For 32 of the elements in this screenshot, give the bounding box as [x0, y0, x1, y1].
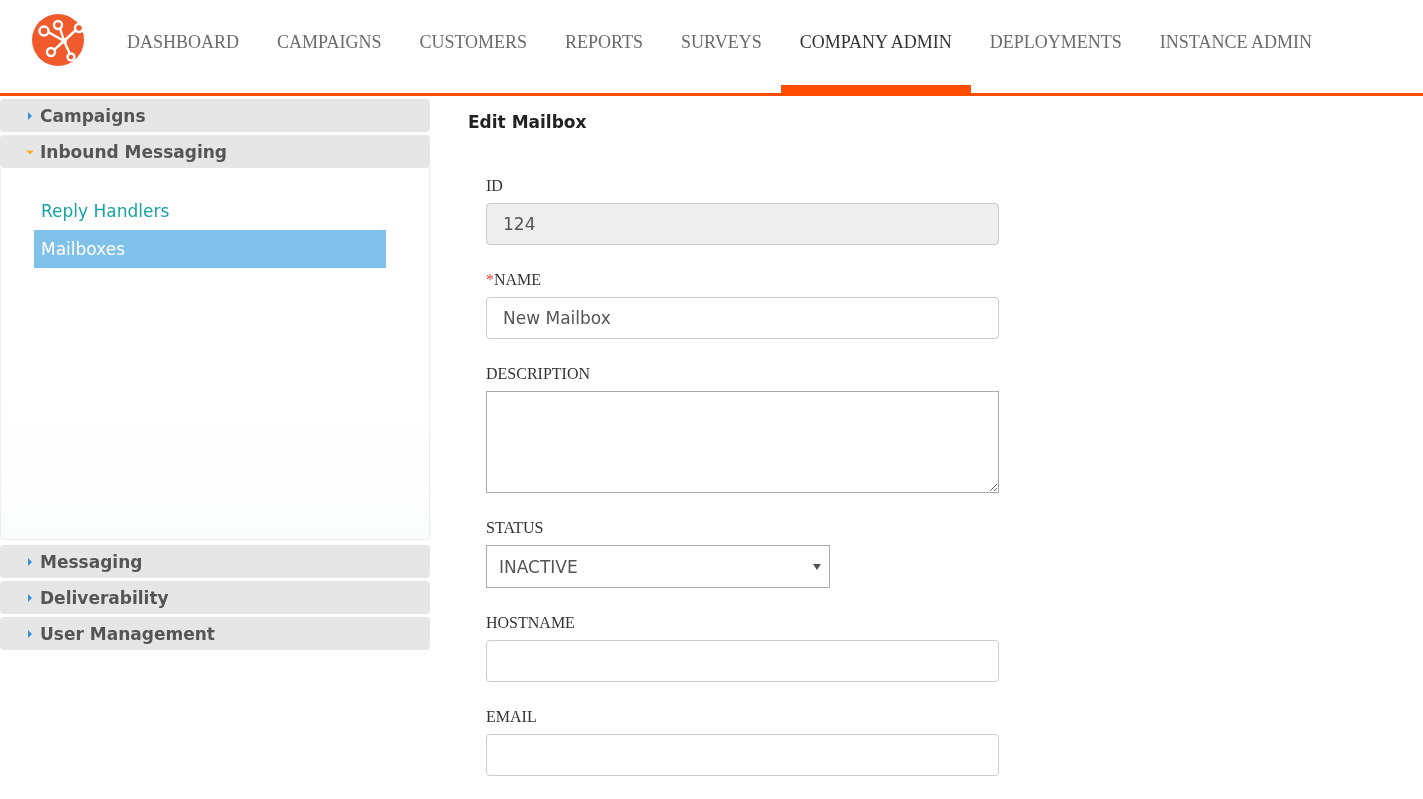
nav-tab[interactable]: SURVEYS: [662, 0, 781, 93]
sidebar-section-header[interactable]: Messaging: [0, 545, 430, 578]
nav-tab[interactable]: COMPANY ADMIN: [780, 0, 971, 93]
caret-right-icon: [26, 557, 34, 566]
field-label: *NAME: [486, 270, 542, 290]
status-dropdown[interactable]: INACTIVE: [486, 545, 830, 588]
caret-right-icon: [26, 111, 34, 120]
sidebar-section-header[interactable]: Deliverability: [0, 581, 430, 614]
sidebar-section-header[interactable]: Campaigns: [0, 99, 430, 132]
text-area[interactable]: [486, 391, 999, 493]
logo-icon[interactable]: [32, 14, 84, 66]
nav-tab[interactable]: REPORTS: [546, 0, 663, 93]
input-field[interactable]: New Mailbox: [486, 297, 999, 339]
caret-right-icon: [26, 593, 34, 602]
caret-down-icon: [813, 563, 821, 570]
nav-tab[interactable]: CAMPAIGNS: [258, 0, 401, 93]
input-field[interactable]: [486, 640, 999, 682]
sidebar-section-header[interactable]: User Management: [0, 617, 430, 650]
input-field[interactable]: [486, 734, 999, 776]
field-label: STATUS: [486, 518, 544, 538]
nav-tab[interactable]: INSTANCE ADMIN: [1140, 0, 1331, 93]
caret-right-icon: [26, 629, 34, 638]
sidebar-section-header[interactable]: Inbound Messaging: [0, 135, 430, 168]
sidebar-item[interactable]: Reply Handlers: [34, 192, 386, 230]
page-title: Edit Mailbox: [468, 111, 588, 134]
nav-tab[interactable]: CUSTOMERS: [400, 0, 547, 93]
field-label: EMAIL: [486, 707, 537, 727]
nav-tab[interactable]: DEPLOYMENTS: [970, 0, 1141, 93]
field-label: DESCRIPTION: [486, 364, 590, 384]
field-label: ID: [486, 176, 503, 196]
nav-tab[interactable]: DASHBOARD: [108, 0, 259, 93]
field-label: HOSTNAME: [486, 613, 575, 633]
